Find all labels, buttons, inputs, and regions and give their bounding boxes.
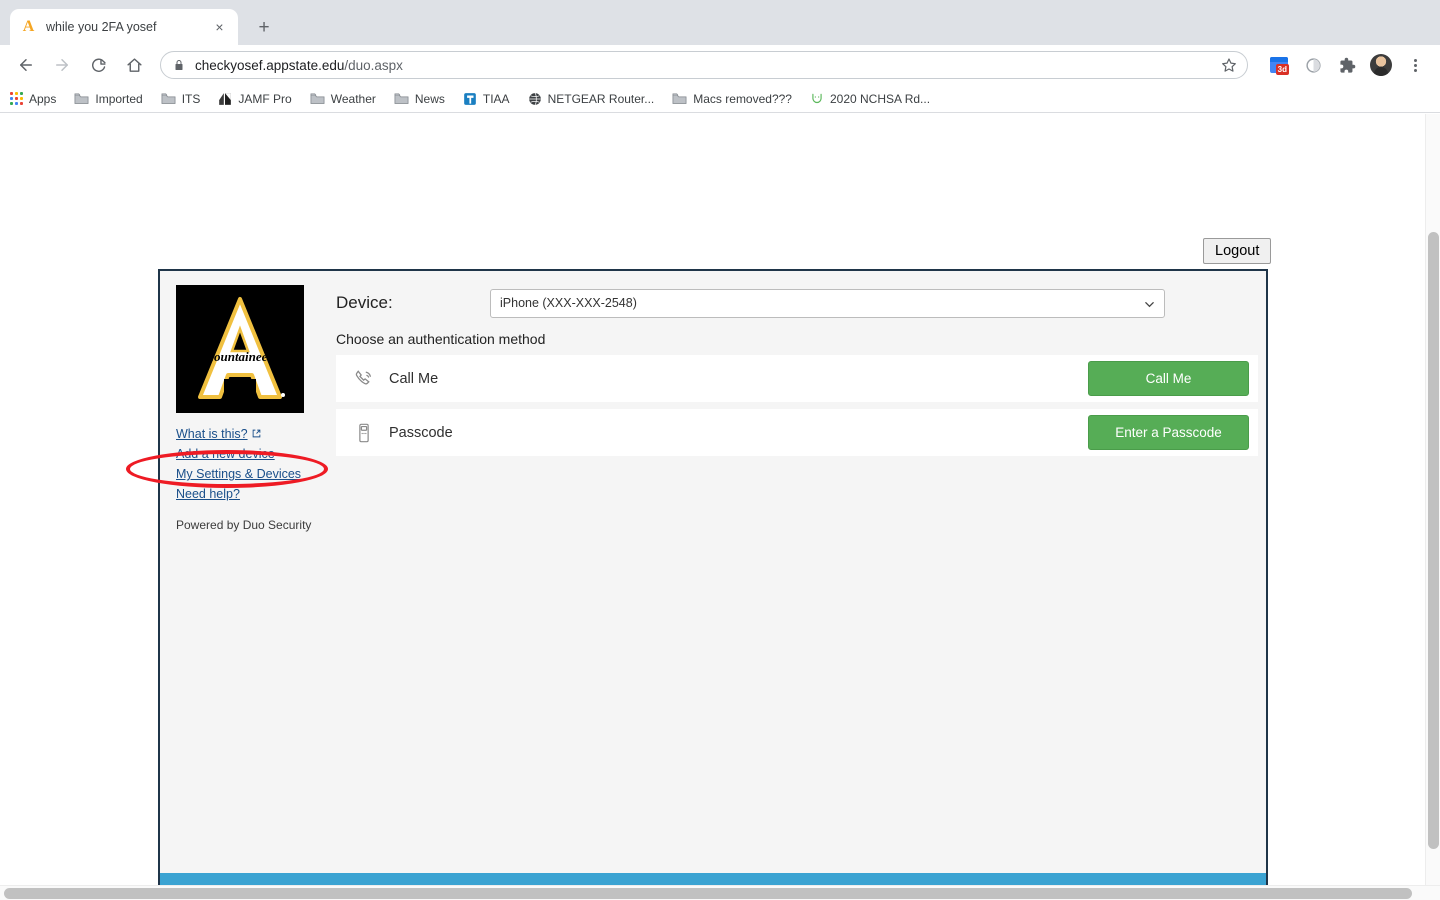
horizontal-scrollbar-thumb[interactable] [4, 888, 1412, 899]
circle-extension-icon[interactable] [1299, 51, 1327, 79]
bookmark-label: 2020 NCHSA Rd... [829, 91, 931, 106]
globe-icon [528, 92, 542, 106]
external-link-icon [252, 424, 261, 444]
vertical-scrollbar[interactable] [1425, 114, 1440, 885]
passcode-token-icon [353, 422, 383, 444]
appstate-a-icon: A [22, 18, 35, 35]
avatar[interactable] [1367, 51, 1395, 79]
url-path: /duo.aspx [344, 57, 403, 73]
enter-a-passcode-button[interactable]: Enter a Passcode [1088, 415, 1249, 450]
folder-icon [161, 92, 176, 105]
bookmark-label: TIAA [482, 91, 510, 106]
bookmark-label: Imported [95, 91, 143, 106]
powered-by-duo: Powered by Duo Security [176, 518, 312, 532]
chevron-down-icon [1144, 299, 1155, 313]
svg-text:Mountaineers: Mountaineers [201, 349, 277, 364]
reload-icon[interactable] [82, 49, 114, 81]
kebab-menu-icon[interactable] [1401, 51, 1429, 79]
duo-main: Device: iPhone (XXX-XXX-2548) Choose an … [336, 287, 1258, 463]
url-domain: checkyosef.appstate.edu [195, 57, 345, 73]
phone-call-icon [353, 368, 383, 390]
forward-arrow-icon [46, 49, 78, 81]
folder-icon [74, 92, 89, 105]
bookmark-weather[interactable]: Weather [310, 92, 376, 106]
tiaa-icon [463, 92, 477, 106]
lock-icon [173, 59, 185, 71]
bookmark-label: Macs removed??? [693, 91, 792, 106]
bookmark-its[interactable]: ITS [161, 91, 201, 106]
extension-badge: 3d [1275, 64, 1289, 75]
link-add-a-new-device[interactable]: Add a new device [176, 444, 322, 464]
logout-container: Logout [1203, 238, 1272, 264]
new-tab-button[interactable]: + [250, 13, 278, 41]
back-arrow-icon[interactable] [10, 49, 42, 81]
folder-icon [310, 92, 325, 105]
bookmark-label: News [414, 91, 445, 106]
bookmark-news[interactable]: News [394, 92, 445, 106]
bookmark-apps[interactable]: Apps [10, 92, 56, 106]
folder-icon [394, 92, 409, 105]
browser-tab[interactable]: A while you 2FA yosef × [10, 9, 238, 45]
apps-grid-icon [10, 92, 23, 105]
star-icon[interactable] [1221, 57, 1237, 73]
duo-auth-panel: Mountaineers What is this? Add a new dev… [158, 269, 1268, 900]
browser-toolbar: checkyosef.appstate.edu/duo.aspx 3d [0, 45, 1440, 85]
bookmark-label: Weather [330, 91, 376, 106]
bookmark-jamf-pro[interactable]: JAMF Pro [218, 91, 292, 106]
web-page: Logout Mountaineers What is this? Add a … [0, 114, 1425, 900]
link-my-settings-and-devices[interactable]: My Settings & Devices [176, 464, 322, 484]
bookmark-label: JAMF Pro [238, 91, 292, 106]
appstate-logo: Mountaineers [176, 285, 304, 413]
device-row: Device: iPhone (XXX-XXX-2548) [336, 287, 1258, 319]
call-me-button[interactable]: Call Me [1088, 361, 1249, 396]
url-text: checkyosef.appstate.edu/duo.aspx [195, 58, 1215, 73]
folder-icon [672, 92, 687, 105]
device-label: Device: [336, 293, 393, 312]
browser-window: A while you 2FA yosef × + checkyosef.app… [0, 0, 1440, 900]
logout-button[interactable]: Logout [1203, 238, 1272, 264]
method-row-call-me[interactable]: Call Me Call Me [336, 355, 1258, 402]
method-row-passcode[interactable]: Passcode Enter a Passcode [336, 409, 1258, 456]
bookmark-label: NETGEAR Router... [547, 91, 655, 106]
bookmark-label: Apps [29, 91, 57, 106]
duo-sidebar: Mountaineers What is this? Add a new dev… [176, 285, 322, 532]
method-label: Call Me [389, 370, 439, 387]
bookmarks-bar: Apps Imported ITS JAMF Pro Weather News … [0, 85, 1440, 113]
bookmark-label: ITS [181, 91, 201, 106]
3d-extension-icon[interactable]: 3d [1265, 51, 1293, 79]
smiley-icon [810, 92, 824, 106]
bookmark-macs-removed[interactable]: Macs removed??? [672, 92, 792, 106]
duo-links: What is this? Add a new device My Settin… [176, 424, 322, 504]
bookmark-imported[interactable]: Imported [74, 91, 143, 106]
close-icon[interactable]: × [211, 19, 228, 36]
puzzle-extensions-icon[interactable] [1333, 51, 1361, 79]
choose-method-label: Choose an authentication method [336, 331, 546, 347]
bookmark-netgear-router[interactable]: NETGEAR Router... [528, 91, 655, 106]
link-need-help[interactable]: Need help? [176, 484, 322, 504]
jamf-icon [218, 92, 232, 106]
bookmark-tiaa[interactable]: TIAA [463, 92, 510, 106]
link-what-is-this[interactable]: What is this? [176, 424, 322, 444]
device-select[interactable]: iPhone (XXX-XXX-2548) [490, 288, 1165, 318]
address-bar[interactable]: checkyosef.appstate.edu/duo.aspx [160, 51, 1248, 79]
vertical-scrollbar-thumb[interactable] [1428, 232, 1439, 849]
tab-strip: A while you 2FA yosef × + [0, 0, 1440, 45]
method-label: Passcode [389, 424, 453, 441]
page-viewport: Logout Mountaineers What is this? Add a … [0, 114, 1440, 900]
horizontal-scrollbar[interactable] [0, 885, 1440, 900]
extension-icons: 3d [1256, 51, 1432, 79]
device-selected-value: iPhone (XXX-XXX-2548) [500, 296, 637, 310]
bookmark-2020-nchsa[interactable]: 2020 NCHSA Rd... [810, 92, 930, 106]
home-icon[interactable] [118, 49, 150, 81]
tab-title: while you 2FA yosef [46, 20, 157, 34]
